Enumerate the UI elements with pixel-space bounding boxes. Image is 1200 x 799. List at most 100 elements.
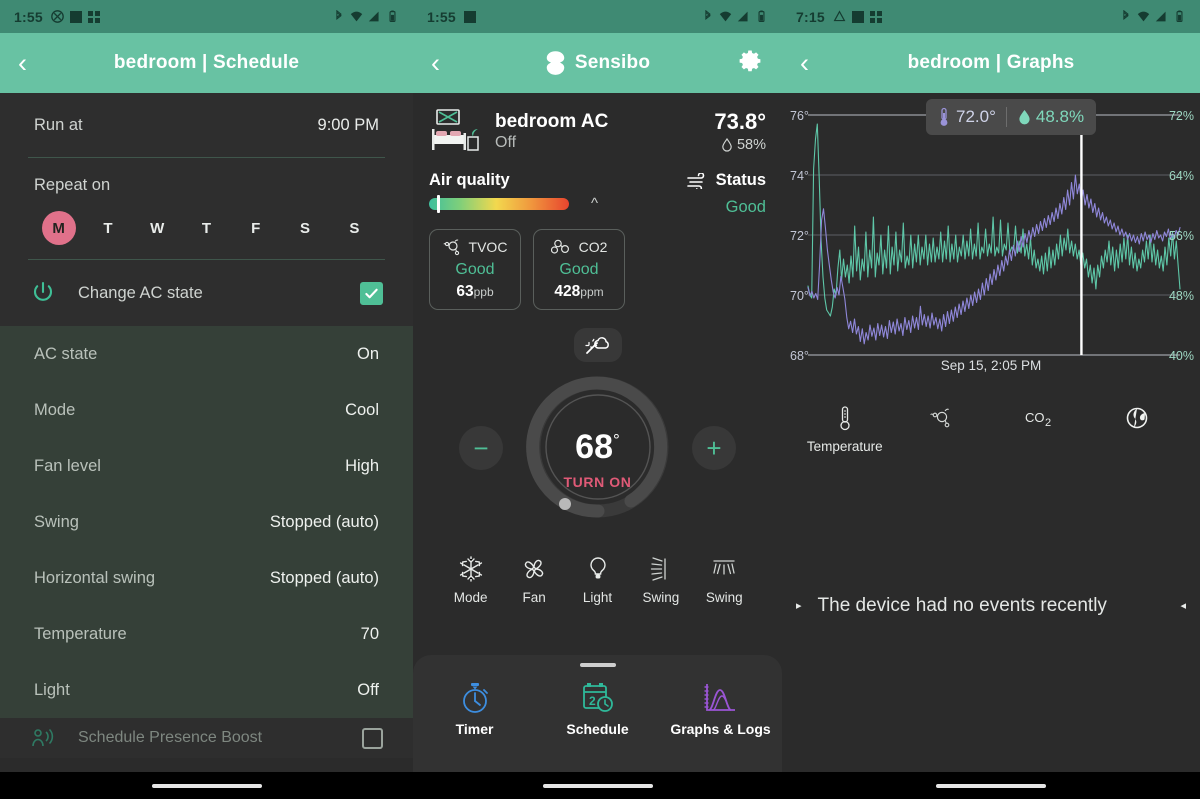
back-button[interactable]: ‹ — [431, 49, 457, 77]
home-indicator[interactable] — [936, 783, 1046, 788]
events-next-arrow[interactable]: ◂ — [1180, 599, 1186, 612]
decrease-temperature-button[interactable]: − — [459, 426, 503, 470]
drive-icon — [833, 10, 846, 22]
horizontal-swing-icon — [693, 554, 756, 584]
control-fan[interactable]: Fan — [502, 554, 565, 605]
setting-row-temperature[interactable]: Temperature 70 — [0, 606, 413, 662]
svg-text:2: 2 — [589, 694, 596, 708]
tab-graphs-logs-label: Graphs & Logs — [670, 721, 771, 737]
status-bar-time: 1:55 — [14, 8, 43, 25]
turn-on-button[interactable]: TURN ON — [564, 474, 632, 490]
setting-value: Stopped (auto) — [269, 568, 379, 587]
schedule-presence-boost-row[interactable]: Schedule Presence Boost — [0, 718, 413, 758]
control-mode[interactable]: Mode — [439, 554, 502, 605]
tab-timer[interactable]: Timer — [413, 677, 536, 737]
day-wednesday[interactable]: W — [133, 220, 182, 237]
grid-icon — [869, 10, 882, 23]
day-thursday[interactable]: T — [182, 220, 231, 237]
chart-ytick-left-2: 72° — [790, 229, 809, 243]
setting-label: Swing — [34, 512, 79, 531]
tab-schedule[interactable]: 2 Schedule — [536, 677, 659, 737]
sensor-chart[interactable]: 72.0° 48.8% 76° 74° 72° 70° 68° 72% 64% … — [782, 93, 1200, 383]
device-info: bedroom AC Off — [495, 111, 608, 152]
status-bar-notification-icons — [833, 10, 882, 23]
climate-react-button[interactable] — [573, 328, 622, 362]
bluetooth-icon — [336, 10, 342, 21]
chart-ytick-right-3: 48% — [1168, 289, 1194, 303]
tvoc-card-name: TVOC — [468, 239, 508, 255]
power-icon — [34, 281, 52, 301]
device-readings: 73.8° 58% — [714, 109, 766, 153]
stopwatch-icon — [413, 677, 536, 719]
settings-button[interactable] — [738, 49, 764, 78]
phone-panel-graphs: 7:15 ‹ bedroom | Graphs 72.0° 48.8% 76° … — [782, 0, 1200, 799]
setting-value: 70 — [360, 624, 379, 643]
increase-temperature-button[interactable]: + — [692, 426, 736, 470]
setting-row-ac-state[interactable]: AC state On — [0, 326, 413, 382]
home-indicator[interactable] — [151, 783, 262, 788]
setting-label: Light — [34, 680, 70, 699]
day-monday[interactable]: M — [34, 211, 83, 245]
tvoc-card-value-wrap: 63ppb — [436, 283, 514, 301]
air-quality-cards: TVOC Good 63ppb CO2 Good 428ppm — [429, 229, 766, 310]
app-bar-control: ‹ Sensibo — [413, 33, 782, 93]
bulb-icon — [566, 554, 629, 584]
status-bar-time: 7:15 — [796, 8, 825, 25]
change-ac-state-row[interactable]: Change AC state — [0, 260, 413, 326]
phone-panel-control: 1:55 ‹ Sensibo bedroom AC Off 73.8° 58% … — [413, 0, 782, 799]
day-sunday[interactable]: S — [330, 220, 379, 237]
tvoc-card[interactable]: TVOC Good 63ppb — [429, 229, 521, 310]
status-bar-notification-icons — [463, 10, 476, 23]
setting-label: Horizontal swing — [34, 568, 156, 587]
air-quality-header: Air quality Status — [429, 171, 766, 190]
day-friday[interactable]: F — [231, 220, 280, 237]
chart-tooltip: 72.0° 48.8% — [926, 99, 1097, 135]
sheet-grabber[interactable] — [579, 663, 616, 667]
page-title: bedroom | Graphs — [907, 52, 1075, 73]
tvoc-icon — [442, 239, 459, 256]
back-button[interactable]: ‹ — [800, 49, 826, 77]
co2-card[interactable]: CO2 Good 428ppm — [533, 229, 625, 310]
control-light[interactable]: Light — [566, 554, 629, 605]
chevron-up-icon[interactable]: ^ — [591, 196, 598, 211]
thermometer-icon — [796, 401, 894, 435]
air-quality-gradient-bar[interactable] — [429, 195, 569, 213]
legend-co2[interactable]: CO 2 — [991, 401, 1089, 454]
humidity-drop-icon — [722, 138, 732, 152]
change-ac-state-checkbox[interactable] — [360, 281, 383, 305]
setting-row-light[interactable]: Light Off — [0, 662, 413, 718]
tab-graphs-logs[interactable]: Graphs & Logs — [659, 677, 782, 737]
wifi-icon — [719, 11, 732, 22]
ac-settings-list: AC state On Mode Cool Fan level High Swi… — [0, 326, 413, 718]
control-vertical-swing[interactable]: Swing — [629, 554, 692, 605]
setting-row-fan-level[interactable]: Fan level High — [0, 438, 413, 494]
status-bar-system-icons — [332, 10, 399, 23]
legend-temperature[interactable]: Temperature — [796, 401, 894, 454]
device-temperature: 73.8° — [714, 109, 766, 134]
control-horizontal-swing[interactable]: Swing — [693, 554, 756, 605]
run-at-value: 9:00 PM — [317, 115, 379, 134]
svg-text:2: 2 — [1045, 417, 1051, 429]
day-selector: M T W T F S S — [34, 211, 379, 245]
run-at-row[interactable]: Run at 9:00 PM — [0, 93, 413, 157]
setting-row-swing[interactable]: Swing Stopped (auto) — [0, 494, 413, 550]
chart-ytick-right-2: 56% — [1168, 229, 1194, 243]
home-indicator[interactable] — [542, 783, 653, 788]
svg-text:CO: CO — [1025, 410, 1045, 425]
schedule-presence-boost-checkbox[interactable] — [362, 727, 383, 749]
device-summary-row[interactable]: bedroom AC Off 73.8° 58% — [413, 93, 782, 167]
back-button[interactable]: ‹ — [18, 49, 44, 77]
setting-row-mode[interactable]: Mode Cool — [0, 382, 413, 438]
globe-icon — [1089, 401, 1187, 435]
day-saturday[interactable]: S — [280, 220, 329, 237]
setting-row-horizontal-swing[interactable]: Horizontal swing Stopped (auto) — [0, 550, 413, 606]
bedroom-icon — [432, 109, 479, 151]
tooltip-humidity-wrap: 48.8% — [1017, 107, 1084, 127]
chart-legend: Temperature CO 2 — [782, 401, 1200, 454]
legend-air-quality[interactable] — [1089, 401, 1187, 454]
co2-card-status: Good — [559, 261, 599, 278]
day-tuesday[interactable]: T — [83, 220, 132, 237]
status-bar-system-icons — [701, 10, 768, 23]
legend-tvoc[interactable] — [894, 401, 992, 454]
device-humidity: 58% — [736, 137, 766, 153]
